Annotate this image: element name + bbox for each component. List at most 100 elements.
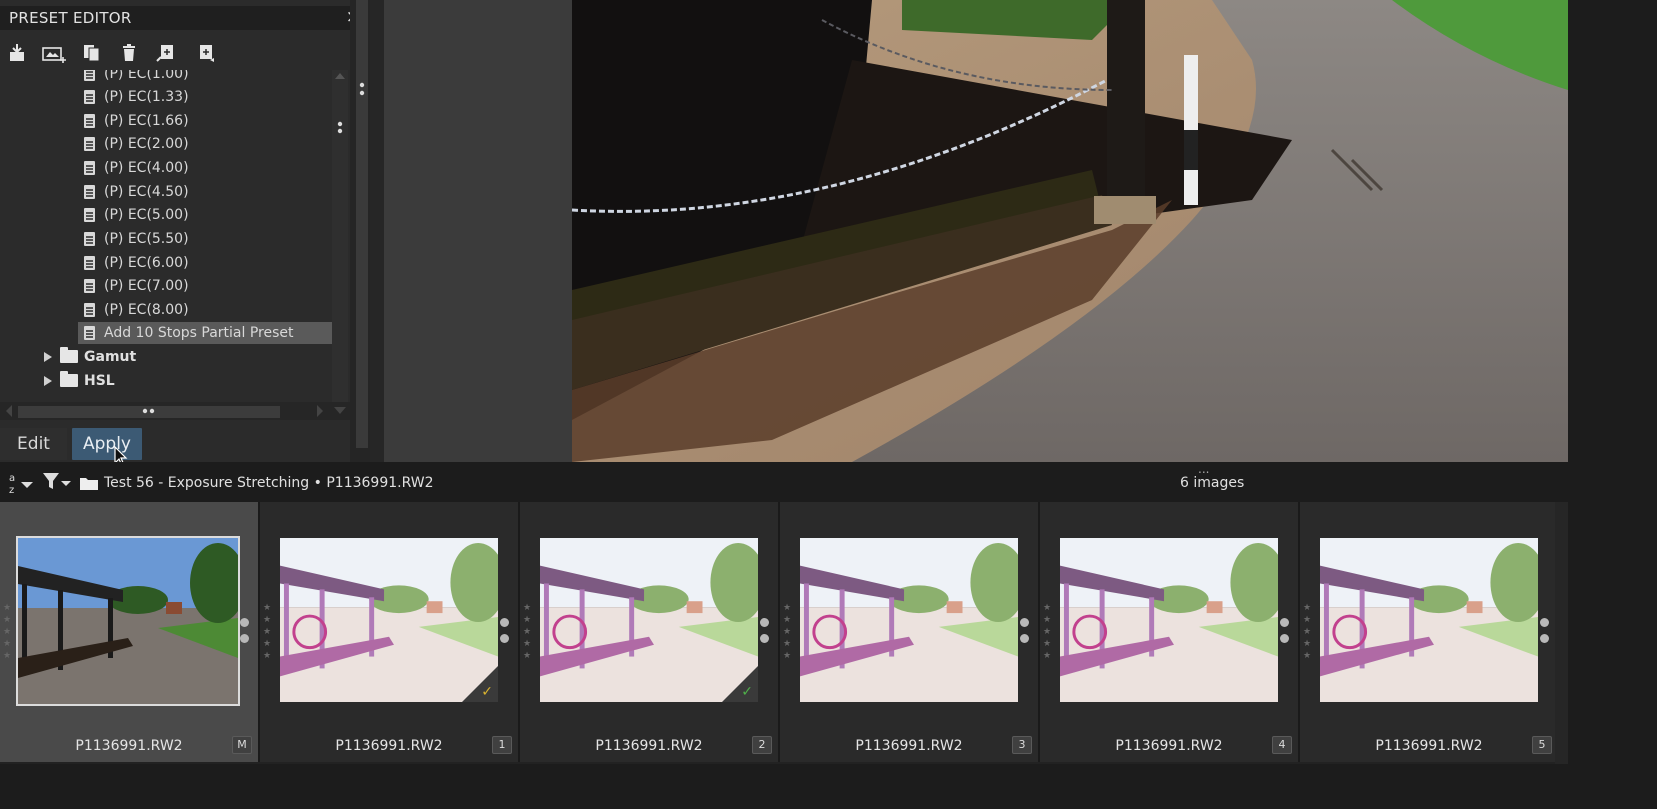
thumbnail-menu-icon[interactable] <box>1280 618 1289 650</box>
scroll-left-arrow-icon[interactable] <box>5 405 13 417</box>
sort-az-icon[interactable]: a z <box>8 470 36 496</box>
scroll-right-arrow-icon[interactable] <box>316 405 324 417</box>
checkmark-icon: ✓ <box>481 684 493 700</box>
filmstrip-thumbnail-cell[interactable]: ★ ★ ★ ★ ★ P1136991.RW2 4 <box>1040 502 1300 762</box>
tree-item[interactable]: (P) EC(5.00) <box>84 204 346 226</box>
import-preset-icon[interactable] <box>8 43 28 63</box>
apply-partial-icon[interactable] <box>156 43 176 63</box>
delete-preset-icon[interactable] <box>120 43 140 63</box>
thumbnail-menu-icon[interactable] <box>1540 618 1549 650</box>
tree-item[interactable]: (P) EC(1.66) <box>84 110 346 132</box>
thumbnail-filename: P1136991.RW2 <box>595 738 703 754</box>
thumbnail-filename: P1136991.RW2 <box>335 738 443 754</box>
preset-file-icon <box>84 303 95 317</box>
rating-stars[interactable]: ★ ★ ★ ★ ★ <box>522 602 532 662</box>
new-preset-from-image-icon[interactable] <box>42 43 68 63</box>
folder-breadcrumb[interactable]: Test 56 - Exposure Stretching • P1136991… <box>104 475 434 491</box>
version-badge: 3 <box>1012 736 1032 754</box>
panel-header: PRESET EDITOR × <box>0 6 370 30</box>
rating-stars[interactable]: ★ ★ ★ ★ ★ <box>262 602 272 662</box>
thumbnail-filename: P1136991.RW2 <box>75 738 183 754</box>
filmstrip-thumbnail-cell[interactable]: ★ ★ ★ ★ ★ ✓ P1136991.RW2 2 <box>520 502 780 762</box>
edit-button[interactable]: Edit <box>0 428 67 460</box>
filmstrip-scrollbar[interactable] <box>1555 502 1568 764</box>
thumbnail-menu-icon[interactable] <box>1020 618 1029 650</box>
expand-arrow-icon[interactable] <box>44 352 52 362</box>
thumbnail-filename: P1136991.RW2 <box>1375 738 1483 754</box>
filmstrip-thumbnail-cell[interactable]: ★ ★ ★ ★ ★ P1136991.RW2 5 <box>1300 502 1560 762</box>
tree-item[interactable]: (P) EC(2.00) <box>84 133 346 155</box>
thumbnail-menu-icon[interactable] <box>760 618 769 650</box>
filmstrip-thumbnail-cell[interactable]: ★ ★ ★ ★ ★ P1136991.RW2 M <box>0 502 260 762</box>
filmstrip-thumbnail-cell[interactable]: ★ ★ ★ ★ ★ P1136991.RW2 3 <box>780 502 1040 762</box>
more-options-icon[interactable]: ... <box>1198 462 1209 476</box>
main-photo-viewer[interactable] <box>572 0 1568 462</box>
thumbnail-image[interactable]: ✓ <box>540 538 758 702</box>
rating-stars[interactable]: ★ ★ ★ ★ ★ <box>1042 602 1052 662</box>
version-badge: 4 <box>1272 736 1292 754</box>
thumbnail-image[interactable] <box>800 538 1018 702</box>
rating-stars[interactable]: ★ ★ ★ ★ ★ <box>2 602 12 662</box>
svg-text:a: a <box>9 473 15 484</box>
preset-file-icon <box>84 256 95 270</box>
svg-text:z: z <box>9 485 14 496</box>
apply-button[interactable]: Apply <box>72 428 142 460</box>
filmstrip-header: a z Test 56 - Exposure Stretching • P113… <box>0 462 1568 502</box>
tree-item[interactable]: (P) EC(8.00) <box>84 299 346 321</box>
thumbnail-image[interactable] <box>1320 538 1538 702</box>
tree-item[interactable]: (P) EC(4.50) <box>84 181 346 203</box>
checkmark-icon: ✓ <box>741 684 753 700</box>
version-badge: M <box>232 736 252 754</box>
thumbnail-image[interactable] <box>16 536 240 706</box>
preset-editor-panel: PRESET EDITOR × (P) EC(1.00) (P) EC(1.33… <box>0 0 370 487</box>
preset-file-icon <box>84 185 95 199</box>
thumbnail-menu-icon[interactable] <box>240 618 249 650</box>
preset-file-icon <box>84 232 95 246</box>
filmstrip-thumbnail-cell[interactable]: ★ ★ ★ ★ ★ ✓ P1136991.RW2 1 <box>260 502 520 762</box>
folder-icon <box>60 347 78 363</box>
rating-stars[interactable]: ★ ★ ★ ★ ★ <box>1302 602 1312 662</box>
thumbnail-image[interactable] <box>1060 538 1278 702</box>
viewer-margin <box>370 0 384 487</box>
preset-tree: (P) EC(1.00) (P) EC(1.33) (P) EC(1.66) (… <box>0 70 348 420</box>
scroll-down-arrow-icon[interactable] <box>334 407 346 415</box>
tree-vertical-scrollbar[interactable] <box>332 70 348 402</box>
filter-icon[interactable] <box>42 472 72 492</box>
preset-file-icon <box>84 326 95 340</box>
thumbnail-filename: P1136991.RW2 <box>1115 738 1223 754</box>
tree-horizontal-scrollbar[interactable] <box>0 402 350 420</box>
tree-folder-gamut[interactable]: Gamut <box>44 346 344 368</box>
folder-icon <box>80 478 98 490</box>
bottom-bar <box>0 764 1568 809</box>
expand-arrow-icon[interactable] <box>44 376 52 386</box>
tree-item[interactable]: (P) EC(4.00) <box>84 157 346 179</box>
thumbnail-menu-icon[interactable] <box>500 618 509 650</box>
tree-item[interactable]: (P) EC(5.50) <box>84 228 346 250</box>
viewer-background <box>384 0 572 462</box>
tree-item[interactable]: (P) EC(1.00) <box>84 70 346 85</box>
scroll-grip-icon[interactable] <box>142 408 156 414</box>
thumbnail-image[interactable]: ✓ <box>280 538 498 702</box>
preset-file-icon <box>84 70 95 81</box>
tree-item[interactable]: (P) EC(7.00) <box>84 275 346 297</box>
preset-file-icon <box>84 90 95 104</box>
panel-splitter-handle[interactable] <box>356 0 368 448</box>
preset-file-icon <box>84 161 95 175</box>
version-badge: 1 <box>492 736 512 754</box>
thumbnail-filename: P1136991.RW2 <box>855 738 963 754</box>
preset-file-icon <box>84 279 95 293</box>
tree-folder-hsl[interactable]: HSL <box>44 370 344 392</box>
panel-title: PRESET EDITOR <box>9 9 132 27</box>
splitter-grip-icon[interactable] <box>358 82 366 98</box>
tree-item-selected[interactable]: Add 10 Stops Partial Preset <box>78 322 348 344</box>
duplicate-preset-icon[interactable] <box>82 43 102 63</box>
preset-file-icon <box>84 208 95 222</box>
rating-stars[interactable]: ★ ★ ★ ★ ★ <box>782 602 792 662</box>
tree-item[interactable]: (P) EC(6.00) <box>84 252 346 274</box>
scroll-grip-icon[interactable] <box>336 120 344 140</box>
version-badge: 2 <box>752 736 772 754</box>
scroll-up-arrow-icon[interactable] <box>335 72 345 80</box>
export-preset-icon[interactable] <box>196 43 216 63</box>
folder-icon <box>60 371 78 387</box>
tree-item[interactable]: (P) EC(1.33) <box>84 86 346 108</box>
